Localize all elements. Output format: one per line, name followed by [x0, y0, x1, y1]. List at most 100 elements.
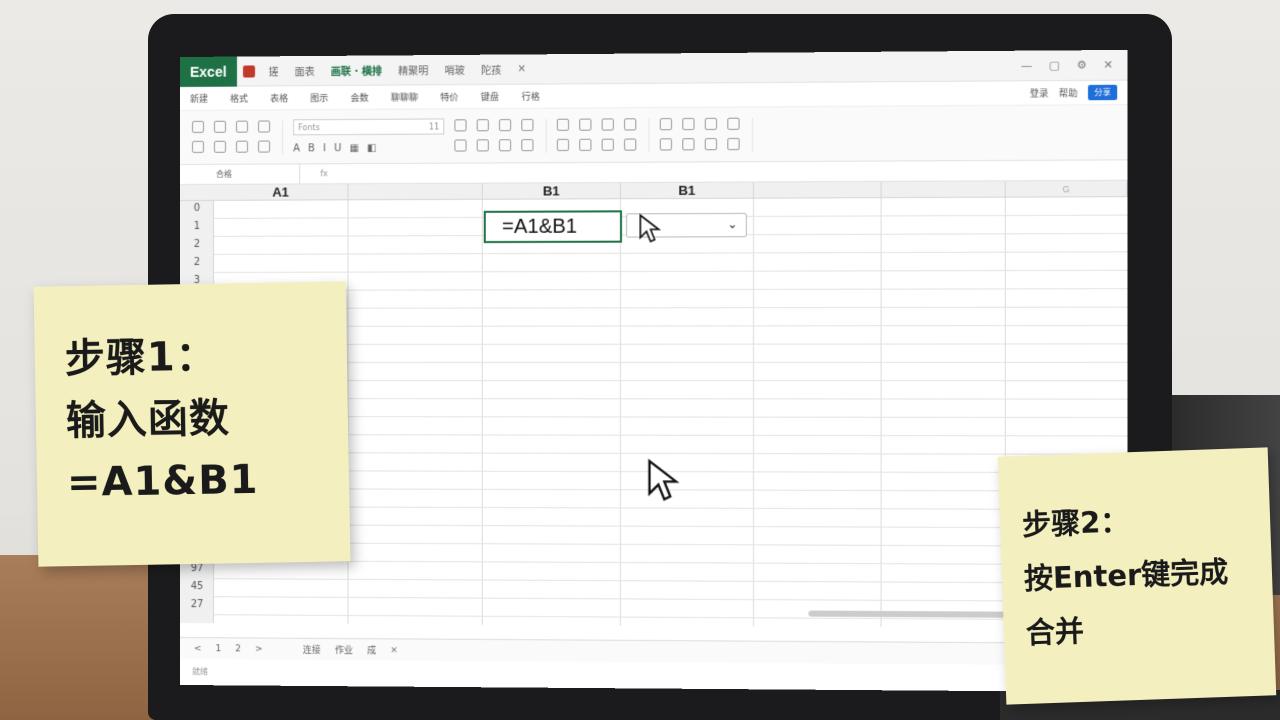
row-icon[interactable] [660, 118, 672, 130]
sheet-nav-next[interactable]: > [255, 644, 263, 654]
bold-icon[interactable]: B [308, 143, 315, 154]
menu-item[interactable]: 键盘 [481, 90, 499, 103]
name-box[interactable]: 合格 [180, 164, 300, 185]
undo-icon[interactable] [192, 140, 204, 152]
percent-icon[interactable] [579, 118, 591, 130]
menu-item[interactable]: 表格 [270, 91, 288, 104]
italic-icon[interactable]: I [323, 143, 326, 154]
menu-item[interactable]: 格式 [230, 92, 248, 105]
login-link[interactable]: 登录 [1030, 86, 1049, 99]
tab-5[interactable]: 陀孩 [473, 54, 509, 84]
font-size: 11 [429, 122, 439, 131]
menu-item[interactable]: 行格 [521, 90, 539, 103]
maximize-icon[interactable]: ▢ [1049, 59, 1060, 72]
note-line: 合并 [1025, 597, 1275, 660]
tab-1[interactable]: 面表 [287, 55, 323, 85]
sticky-note-step2: 步骤2： 按Enter键完成 合并 [998, 447, 1276, 704]
formula-input[interactable] [350, 160, 1127, 184]
row-number[interactable]: 97 [180, 563, 214, 574]
column-icon[interactable] [682, 117, 694, 129]
filter-icon[interactable] [579, 138, 591, 150]
image-icon[interactable] [705, 138, 717, 150]
cells-group [660, 117, 753, 152]
delete-icon[interactable] [258, 140, 270, 152]
column-header[interactable] [348, 184, 482, 201]
row-number[interactable]: 45 [180, 581, 214, 592]
sheet-nav-page[interactable]: 2 [235, 644, 241, 654]
align-left-icon[interactable] [454, 119, 466, 131]
note-line: 按Enter键完成 [1023, 543, 1273, 606]
outdent-icon[interactable] [499, 139, 511, 151]
column-header[interactable]: B1 [621, 182, 754, 199]
orientation-icon[interactable] [521, 139, 533, 151]
currency-icon[interactable] [557, 118, 569, 130]
copy-icon[interactable] [236, 120, 248, 132]
tab-0[interactable]: 搓 [261, 56, 287, 86]
wrap-text-icon[interactable] [521, 118, 533, 130]
decimal-icon[interactable] [624, 118, 636, 130]
cell-area[interactable] [214, 197, 1128, 629]
menu-item[interactable]: 新建 [190, 92, 208, 105]
clipboard-group [192, 120, 283, 155]
column-header[interactable]: G [1006, 181, 1128, 198]
table-icon[interactable] [557, 138, 569, 150]
font-group: Fonts 11 A B I U ▦ ◧ [293, 118, 444, 154]
close-sheet-icon[interactable]: × [390, 645, 398, 655]
align-center-icon[interactable] [477, 119, 489, 131]
border-icon[interactable]: ▦ [349, 143, 359, 154]
menu-item[interactable]: 聊聊聊 [391, 90, 418, 103]
share-button[interactable]: 分享 [1088, 85, 1117, 101]
chevron-down-icon[interactable]: ⌄ [727, 217, 737, 231]
column-header[interactable]: A1 [214, 184, 348, 201]
menu-item[interactable]: 特价 [440, 90, 458, 103]
row-number[interactable]: 0 [180, 203, 214, 214]
row-number[interactable]: 2 [180, 257, 214, 268]
tab-active[interactable]: 画联 · 横排 [323, 55, 390, 86]
sheet-tab[interactable]: 连接 [303, 643, 321, 656]
active-cell[interactable]: =A1&B1 [484, 210, 622, 243]
sum-icon[interactable] [660, 138, 672, 150]
column-header[interactable] [882, 181, 1006, 198]
menu-item[interactable]: 图示 [310, 91, 328, 104]
mouse-cursor-icon [646, 458, 679, 503]
indent-icon[interactable] [477, 139, 489, 151]
find-icon[interactable] [624, 138, 636, 150]
tab-3[interactable]: 精聚明 [390, 55, 436, 85]
sheet-nav-page[interactable]: 1 [216, 644, 222, 654]
close-window-icon[interactable]: ✕ [1103, 58, 1113, 71]
comma-icon[interactable] [602, 118, 614, 130]
redo-icon[interactable] [214, 140, 226, 152]
column-header[interactable] [754, 182, 882, 199]
help-link[interactable]: 帮助 [1059, 86, 1078, 99]
sheet-tab[interactable]: 成 [367, 643, 376, 656]
row-number[interactable]: 1 [180, 221, 214, 232]
fill-icon[interactable]: ◧ [367, 143, 377, 154]
paste-icon[interactable] [192, 120, 204, 132]
cut-icon[interactable] [214, 120, 226, 132]
chart-icon[interactable] [682, 138, 694, 150]
settings-icon[interactable]: ⚙ [1076, 58, 1086, 71]
font-color-icon[interactable]: A [293, 143, 300, 154]
sheet-tab[interactable]: 作业 [335, 643, 353, 656]
column-header[interactable]: B1 [483, 183, 621, 200]
insert-icon[interactable] [236, 140, 248, 152]
font-select[interactable]: Fonts 11 [293, 118, 444, 135]
format-painter-icon[interactable] [258, 120, 270, 132]
sheet-nav-prev[interactable]: < [194, 644, 202, 654]
align-right-icon[interactable] [499, 119, 511, 131]
menu-item[interactable]: 会数 [351, 91, 369, 104]
fx-icon[interactable]: fx [300, 169, 350, 178]
sheet-icon[interactable] [705, 117, 717, 129]
underline-icon[interactable]: U [334, 143, 341, 154]
close-tab-icon[interactable]: × [509, 54, 534, 84]
row-number[interactable]: 27 [180, 599, 214, 610]
merge-icon[interactable] [454, 139, 466, 151]
minimize-icon[interactable]: — [1021, 59, 1032, 72]
sort-icon[interactable] [602, 138, 614, 150]
tab-4[interactable]: 哨玻 [437, 54, 473, 84]
note-line: 输入函数 [65, 385, 348, 452]
row-number[interactable]: 2 [180, 239, 214, 250]
freeze-icon[interactable] [727, 117, 739, 129]
font-style-row: A B I U ▦ ◧ [293, 143, 444, 155]
more-icon[interactable] [727, 137, 739, 149]
